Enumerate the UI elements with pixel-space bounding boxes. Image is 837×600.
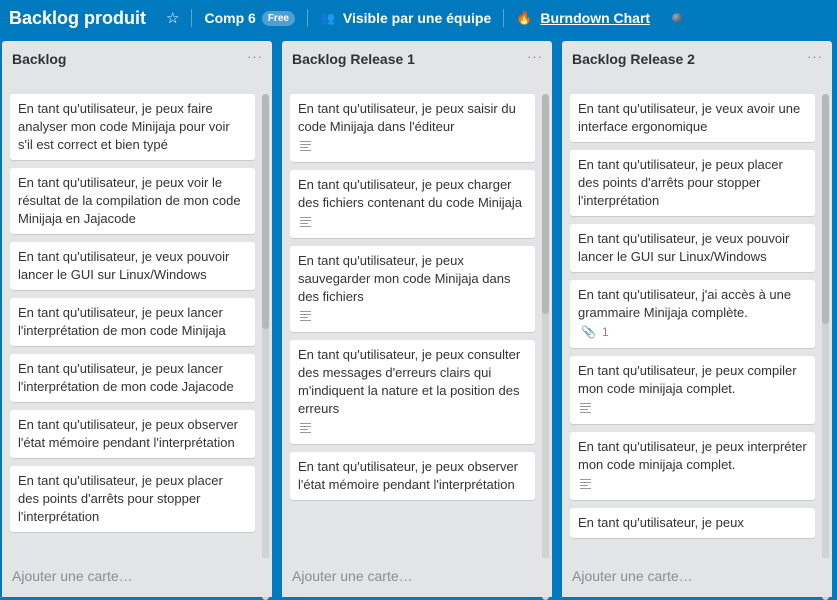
description-icon <box>300 141 311 151</box>
card-title: En tant qu'utilisateur, je peux observer… <box>18 417 239 450</box>
team-name[interactable]: Comp 6 <box>204 10 255 26</box>
list-backlog-release-2: Backlog Release 2 ··· En tant qu'utilisa… <box>562 41 832 600</box>
list-menu-button[interactable]: ··· <box>807 49 823 64</box>
visibility-button[interactable]: Visible par une équipe <box>343 10 491 26</box>
description-icon <box>580 403 591 413</box>
header-divider <box>191 9 193 27</box>
card[interactable]: En tant qu'utilisateur, je peux observer… <box>10 410 255 458</box>
card[interactable]: En tant qu'utilisateur, je peux lancer l… <box>10 298 255 346</box>
scrollbar-thumb[interactable] <box>822 94 829 324</box>
burndown-chart-link[interactable]: Burndown Chart <box>540 10 650 26</box>
card[interactable]: En tant qu'utilisateur, je peux observer… <box>290 452 535 500</box>
card-title: En tant qu'utilisateur, je peux voir le … <box>18 175 241 226</box>
card-title: En tant qu'utilisateur, je peux lancer l… <box>18 361 234 394</box>
list-title[interactable]: Backlog Release 2 <box>572 51 695 67</box>
add-card-button[interactable]: Ajouter une carte… <box>2 558 272 597</box>
list-title[interactable]: Backlog <box>12 51 66 67</box>
flame-icon: 🔥 <box>516 10 533 25</box>
card[interactable]: En tant qu'utilisateur, je peux lancer l… <box>10 354 255 402</box>
card[interactable]: En tant qu'utilisateur, je veux pouvoir … <box>570 224 815 272</box>
list-backlog: Backlog ··· En tant qu'utilisateur, je p… <box>2 41 272 600</box>
card-title: En tant qu'utilisateur, je peux <box>578 515 744 530</box>
card[interactable]: En tant qu'utilisateur, je peux interpré… <box>570 432 815 500</box>
card-title: En tant qu'utilisateur, je peux placer d… <box>578 157 783 208</box>
description-icon <box>300 423 311 433</box>
card-title: En tant qu'utilisateur, je peux faire an… <box>18 101 230 152</box>
paperclip-icon: 📎 <box>581 325 596 339</box>
avatar[interactable] <box>672 13 683 23</box>
add-card-button[interactable]: Ajouter une carte… <box>282 558 552 597</box>
card-title: En tant qu'utilisateur, je peux lancer l… <box>18 305 226 338</box>
board-title[interactable]: Backlog produit <box>9 8 146 29</box>
card[interactable]: En tant qu'utilisateur, je peux faire an… <box>10 94 255 160</box>
card[interactable]: En tant qu'utilisateur, je peux placer d… <box>10 466 255 532</box>
card-list: En tant qu'utilisateur, je veux avoir un… <box>570 94 815 600</box>
card-title: En tant qu'utilisateur, je peux charger … <box>298 177 523 210</box>
scrollbar-thumb[interactable] <box>262 94 269 329</box>
board-header: Backlog produit ☆ Comp 6 Free 👥 Visible … <box>0 0 837 36</box>
card[interactable]: En tant qu'utilisateur, je peux <box>570 508 815 538</box>
list-title[interactable]: Backlog Release 1 <box>292 51 415 67</box>
card-badges <box>578 474 807 494</box>
description-icon <box>300 217 311 227</box>
card-title: En tant qu'utilisateur, je peux observer… <box>298 459 519 492</box>
attachment-count: 1 <box>601 325 609 339</box>
list-header: Backlog Release 1 ··· <box>282 41 552 77</box>
card-badges <box>298 306 527 326</box>
list-scrollbar[interactable] <box>822 94 829 600</box>
list-header: Backlog ··· <box>2 41 272 77</box>
card-badges <box>298 136 527 156</box>
list-scrollbar[interactable] <box>542 94 549 600</box>
card[interactable]: En tant qu'utilisateur, je peux compiler… <box>570 356 815 424</box>
card[interactable]: En tant qu'utilisateur, je peux voir le … <box>10 168 255 234</box>
list-backlog-release-1: Backlog Release 1 ··· En tant qu'utilisa… <box>282 41 552 600</box>
card[interactable]: En tant qu'utilisateur, je veux avoir un… <box>570 94 815 142</box>
add-card-button[interactable]: Ajouter une carte… <box>562 558 832 597</box>
card[interactable]: En tant qu'utilisateur, je peux consulte… <box>290 340 535 444</box>
card-title: En tant qu'utilisateur, je peux saisir d… <box>298 101 516 134</box>
card-title: En tant qu'utilisateur, je veux pouvoir … <box>578 231 790 264</box>
star-icon[interactable]: ☆ <box>166 9 179 27</box>
list-header: Backlog Release 2 ··· <box>562 41 832 77</box>
card-title: En tant qu'utilisateur, je veux avoir un… <box>578 101 801 134</box>
header-divider <box>503 9 505 27</box>
card-badges <box>298 212 527 232</box>
card[interactable]: En tant qu'utilisateur, je peux placer d… <box>570 150 815 216</box>
list-menu-button[interactable]: ··· <box>527 49 543 64</box>
description-icon <box>580 479 591 489</box>
card[interactable]: En tant qu'utilisateur, je veux pouvoir … <box>10 242 255 290</box>
scrollbar-thumb[interactable] <box>542 94 549 314</box>
card-title: En tant qu'utilisateur, je peux compiler… <box>578 363 797 396</box>
card[interactable]: En tant qu'utilisateur, j'ai accès à une… <box>570 280 815 348</box>
list-menu-button[interactable]: ··· <box>247 49 263 64</box>
team-visibility-icon: 👥 <box>319 11 335 25</box>
description-icon <box>300 311 311 321</box>
card[interactable]: En tant qu'utilisateur, je peux sauvegar… <box>290 246 535 332</box>
card-title: En tant qu'utilisateur, je peux interpré… <box>578 439 807 472</box>
card-badges <box>578 398 807 418</box>
card-list: En tant qu'utilisateur, je peux saisir d… <box>290 94 535 600</box>
card-title: En tant qu'utilisateur, je peux sauvegar… <box>298 253 511 304</box>
card-title: En tant qu'utilisateur, je peux placer d… <box>18 473 223 524</box>
card-title: En tant qu'utilisateur, j'ai accès à une… <box>578 287 792 320</box>
card-title: En tant qu'utilisateur, je peux consulte… <box>298 347 521 416</box>
card-badges: 📎 1 <box>578 322 807 342</box>
card-badges <box>298 418 527 438</box>
list-scrollbar[interactable] <box>262 94 269 600</box>
card-list: En tant qu'utilisateur, je peux faire an… <box>10 94 255 600</box>
card-title: En tant qu'utilisateur, je veux pouvoir … <box>18 249 230 282</box>
card[interactable]: En tant qu'utilisateur, je peux charger … <box>290 170 535 238</box>
header-divider <box>306 9 308 27</box>
team-plan-badge: Free <box>261 10 295 26</box>
card[interactable]: En tant qu'utilisateur, je peux saisir d… <box>290 94 535 162</box>
